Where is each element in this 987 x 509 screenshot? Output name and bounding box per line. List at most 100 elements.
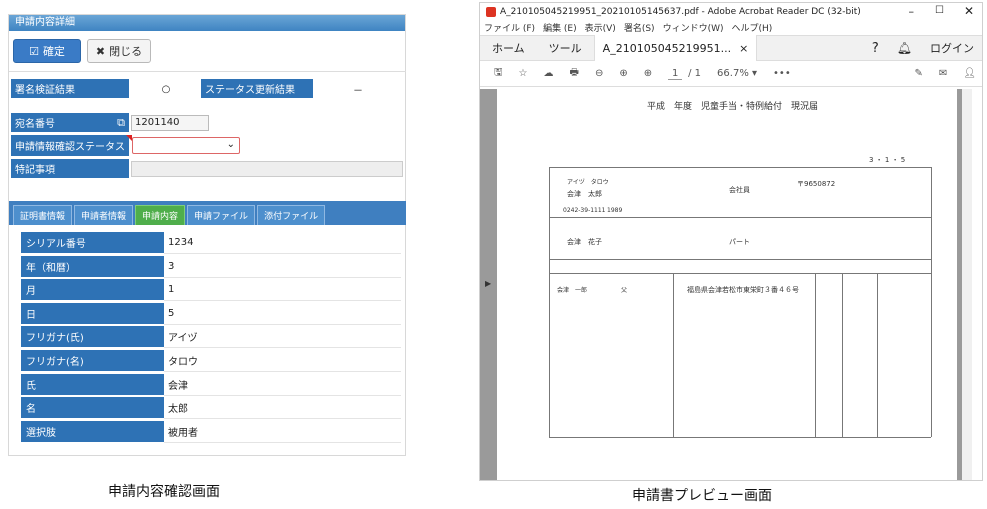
doc-title: 平成 年度 児童手当・特例給付 現況届 bbox=[647, 102, 819, 112]
close-window-icon[interactable]: ✕ bbox=[964, 4, 974, 18]
row-value: 1 bbox=[164, 279, 401, 302]
special-field[interactable] bbox=[131, 161, 403, 177]
confirm-label: 確定 bbox=[42, 45, 65, 58]
table-row: 年（和暦） 3 bbox=[21, 255, 401, 278]
confirm-status-label: 申請情報確認ステータス bbox=[11, 135, 129, 157]
receipt-field[interactable]: 1201140 bbox=[131, 115, 209, 131]
menu-window[interactable]: ウィンドウ(W) bbox=[663, 21, 724, 34]
row-label: フリガナ(名) bbox=[21, 350, 164, 372]
share-icon[interactable]: 👤︎ bbox=[963, 68, 976, 79]
doc-postal: 〒9650872 bbox=[797, 180, 836, 188]
sig-value: ○ bbox=[161, 83, 171, 95]
more-icon[interactable]: ••• bbox=[773, 68, 791, 79]
zoom-out-icon[interactable]: ⊖ bbox=[595, 68, 603, 79]
menu-view[interactable]: 表示(V) bbox=[585, 21, 616, 34]
tab-attachment[interactable]: 添付ファイル bbox=[257, 205, 326, 225]
check-icon: ☑ bbox=[29, 44, 39, 58]
application-detail-panel: 申請内容詳細 ☑ 確定 ✖ 閉じる 署名検証結果 ○ ステータス更新結果 － 宛名番… bbox=[8, 14, 406, 456]
page-input[interactable]: 1 bbox=[668, 68, 683, 80]
tab-home[interactable]: ホーム bbox=[480, 40, 537, 56]
receipt-label-text: 宛名番号 bbox=[15, 119, 55, 130]
acrobat-window: A_210105045219951_20210105145637.pdf - A… bbox=[479, 2, 983, 481]
row-label: シリアル番号 bbox=[21, 232, 164, 254]
menu-sign[interactable]: 署名(S) bbox=[624, 21, 655, 34]
minimize-icon[interactable]: – bbox=[909, 5, 915, 18]
next-page-icon[interactable]: ⊕ bbox=[644, 68, 652, 79]
zoom-value: 66.7% bbox=[717, 68, 749, 79]
confirm-status-select[interactable]: ⌄ bbox=[132, 137, 240, 154]
login-button[interactable]: ログイン bbox=[930, 40, 974, 56]
doc-child-name: 会津 一郎 bbox=[557, 287, 588, 294]
save-icon[interactable]: 🖫 bbox=[494, 65, 503, 82]
zoom-select[interactable]: 66.7% ▾ bbox=[717, 68, 757, 79]
row-label: フリガナ(氏) bbox=[21, 326, 164, 349]
divider bbox=[9, 71, 406, 72]
row-value: アイヅ bbox=[164, 326, 401, 349]
menu-bar: ファイル (F) 編集 (E) 表示(V) 署名(S) ウィンドウ(W) ヘルプ… bbox=[480, 20, 982, 35]
doc-year: 1989 bbox=[607, 207, 623, 214]
prev-page-icon[interactable]: ⊕ bbox=[619, 68, 627, 79]
star-icon[interactable]: ☆ bbox=[519, 68, 528, 79]
confirm-button[interactable]: ☑ 確定 bbox=[13, 39, 81, 63]
maximize-icon[interactable]: ☐ bbox=[935, 5, 944, 16]
status-update-value: － bbox=[353, 85, 363, 97]
row-label: 氏 bbox=[21, 373, 164, 396]
table-row: フリガナ(氏) アイヅ bbox=[21, 326, 401, 349]
tab-applicant[interactable]: 申請者情報 bbox=[74, 205, 134, 225]
chevron-down-icon: ⌄ bbox=[226, 139, 235, 150]
table-row: フリガナ(名) タロウ bbox=[21, 350, 401, 372]
help-icon[interactable]: ? bbox=[872, 41, 879, 56]
panel-header: 申請内容詳細 bbox=[9, 15, 405, 31]
expand-panel-icon[interactable]: ▶ bbox=[485, 279, 491, 288]
row-label: 日 bbox=[21, 302, 164, 325]
close-label: 閉じる bbox=[109, 45, 143, 58]
close-button[interactable]: ✖ 閉じる bbox=[87, 39, 151, 63]
receipt-label: 宛名番号 ⧉ bbox=[11, 113, 129, 133]
row-value: 被用者 bbox=[164, 421, 401, 443]
table-row: 選択肢 被用者 bbox=[21, 420, 401, 443]
row-label: 月 bbox=[21, 279, 164, 302]
table-row: 月1 bbox=[21, 279, 401, 302]
tab-tools[interactable]: ツール bbox=[537, 40, 594, 56]
table-row: 日5 bbox=[21, 302, 401, 325]
tab-application-content[interactable]: 申請内容 bbox=[135, 205, 186, 225]
fill-sign-icon[interactable]: ✎ bbox=[915, 68, 923, 79]
copy-icon[interactable]: ⧉ bbox=[117, 116, 125, 130]
mail-icon[interactable]: ✉ bbox=[939, 68, 947, 79]
upload-icon[interactable]: ☁ bbox=[544, 68, 554, 79]
detail-tabs: 証明書情報 申請者情報 申請内容 申請ファイル 添付ファイル bbox=[9, 201, 406, 225]
row-label: 年（和暦） bbox=[21, 255, 164, 278]
menu-edit[interactable]: 編集 (E) bbox=[543, 21, 577, 34]
bell-icon[interactable]: 🔔︎ bbox=[897, 41, 912, 55]
row-value: 1234 bbox=[164, 232, 401, 254]
window-title: A_210105045219951_20210105145637.pdf - A… bbox=[500, 6, 861, 17]
tab-application-file[interactable]: 申請ファイル bbox=[187, 205, 256, 225]
doc-company: 会社員 bbox=[729, 186, 750, 194]
pdf-page: 平成 年度 児童手当・特例給付 現況届 アイヅ タロウ 会津 太郎 0242-3… bbox=[497, 89, 957, 480]
sig-label: 署名検証結果 bbox=[11, 79, 129, 99]
tab-certificate[interactable]: 証明書情報 bbox=[13, 205, 73, 225]
row-label: 名 bbox=[21, 397, 164, 420]
doc-address: 福島県会津若松市東栄町３番４６号 bbox=[687, 286, 799, 294]
doc-spouse-name: 会津 花子 bbox=[567, 238, 602, 246]
left-caption: 申請内容確認画面 bbox=[108, 484, 220, 500]
print-icon[interactable]: 🖶 bbox=[570, 65, 579, 82]
scrollbar[interactable] bbox=[962, 89, 972, 480]
menu-file[interactable]: ファイル (F) bbox=[484, 21, 535, 34]
doc-name: 会津 太郎 bbox=[567, 190, 602, 198]
page-total: / 1 bbox=[688, 68, 702, 79]
row-value: 会津 bbox=[164, 374, 401, 396]
close-icon: ✖ bbox=[95, 44, 106, 58]
tab-document-label: A_210105045219951... bbox=[602, 41, 732, 55]
doc-relation: 父 bbox=[621, 287, 628, 294]
table-row: 氏会津 bbox=[21, 373, 401, 396]
toolbar: 🖫 ☆ ☁ 🖶 ⊖ ⊕ ⊕ 1 / 1 66.7% ▾ ••• ✎ ✉ 👤︎ bbox=[480, 61, 982, 87]
tab-document[interactable]: A_210105045219951... × bbox=[593, 35, 758, 61]
row-value: 5 bbox=[164, 303, 401, 325]
document-area[interactable]: ▶ 平成 年度 児童手当・特例給付 現況届 アイヅ タロウ 会津 太郎 0242… bbox=[480, 89, 972, 480]
close-tab-icon[interactable]: × bbox=[739, 42, 748, 55]
app-tab-bar: ホーム ツール A_210105045219951... × ? 🔔︎ ログイン bbox=[480, 35, 982, 61]
row-value: 太郎 bbox=[164, 397, 401, 420]
doc-date: 3 ・ 1 ・ 5 bbox=[869, 156, 906, 164]
menu-help[interactable]: ヘルプ(H) bbox=[732, 21, 773, 34]
